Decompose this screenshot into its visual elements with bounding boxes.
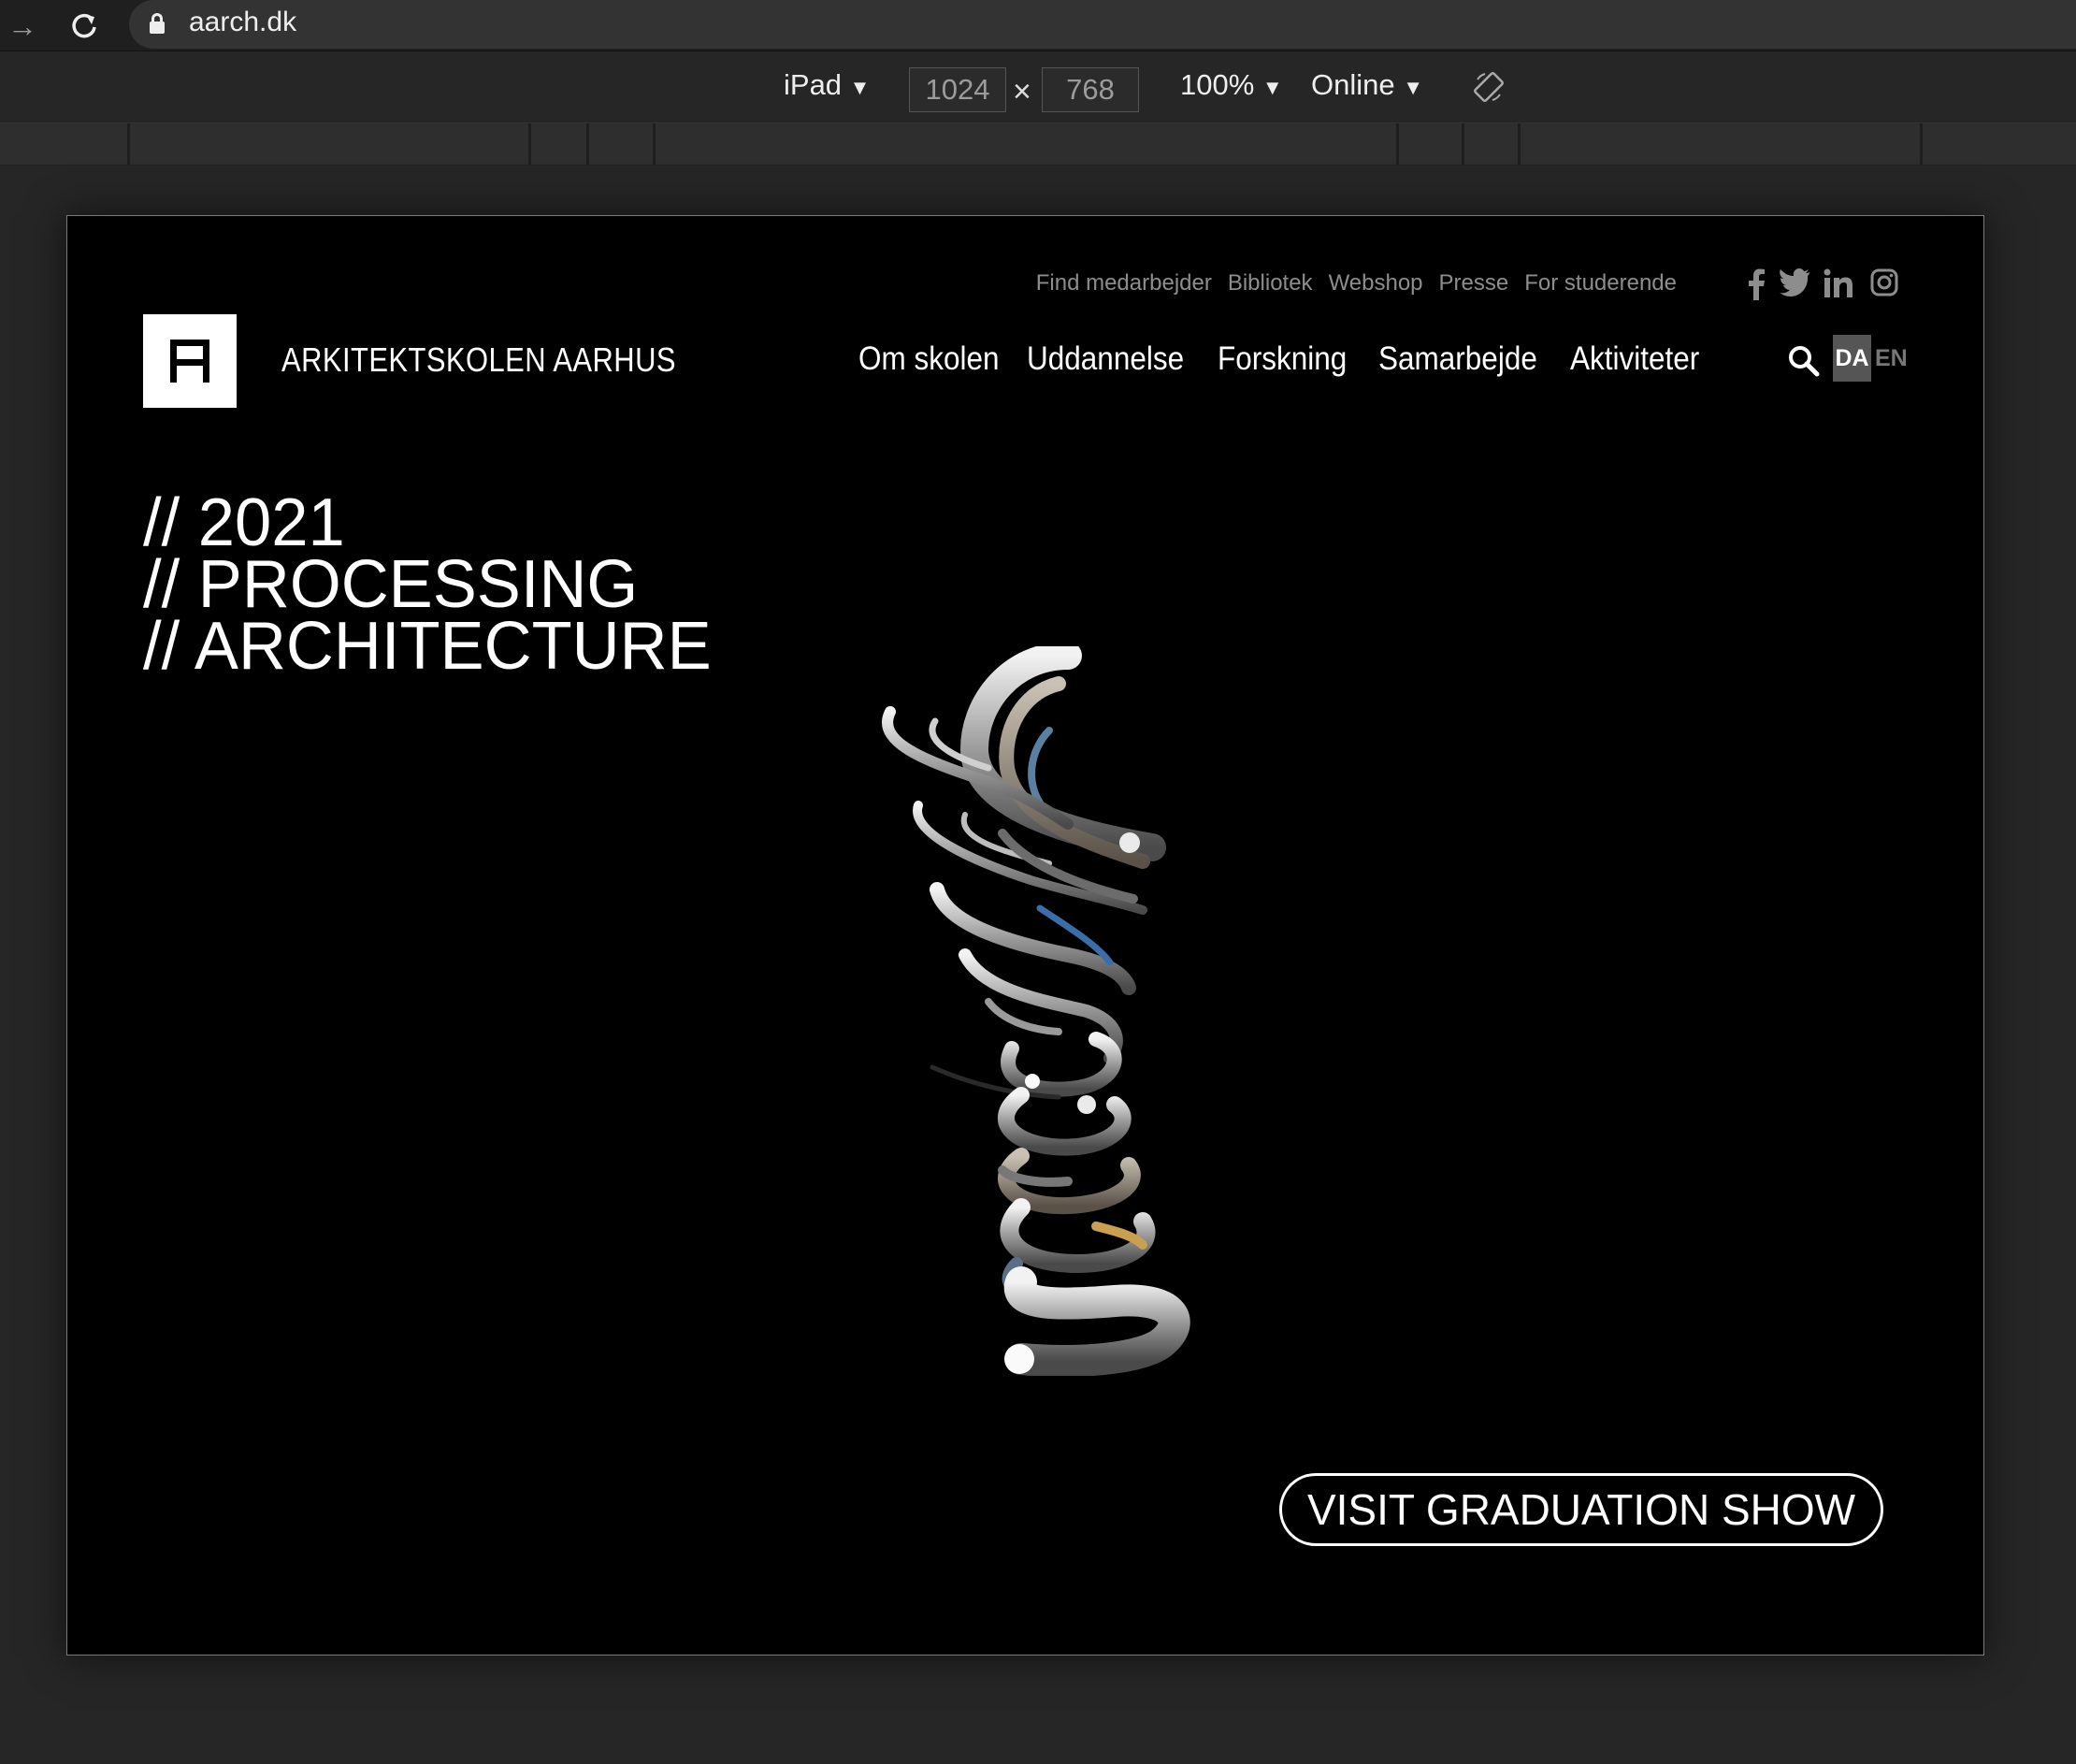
reload-icon[interactable] [65, 7, 103, 45]
throttle-select[interactable]: Online ▼ [1311, 68, 1423, 102]
utility-link[interactable]: Webshop [1329, 270, 1423, 296]
url-text: aarch.dk [189, 7, 297, 37]
nav-item-om-skolen[interactable]: Om skolen [858, 340, 1000, 378]
nav-item-aktiviteter[interactable]: Aktiviteter [1570, 340, 1699, 378]
zoom-select[interactable]: 100% ▼ [1180, 68, 1283, 102]
hero-line: // ARCHITECTURE [143, 609, 712, 684]
rotate-icon[interactable] [1472, 70, 1506, 104]
hero-line: // 2021 [143, 485, 345, 560]
logo[interactable] [143, 314, 237, 408]
lock-icon [150, 13, 165, 34]
utility-nav: Find medarbejder Bibliotek Webshop Presse Fo… [1020, 270, 1677, 296]
address-bar[interactable]: aarch.dk [129, 0, 2076, 49]
nav-item-uddannelse[interactable]: Uddannelse [1027, 340, 1184, 378]
forward-icon[interactable]: → [4, 7, 41, 45]
utility-link[interactable]: Presse [1439, 270, 1509, 296]
device-select[interactable]: iPad ▼ [784, 68, 870, 102]
utility-link[interactable]: For studerende [1524, 270, 1677, 296]
device-toolbar: iPad ▼ 1024 × 768 100% ▼ Online ▼ [0, 51, 2076, 123]
hero-line: // PROCESSING [143, 547, 639, 622]
utility-link[interactable]: Find medarbejder [1036, 270, 1212, 296]
brand-name[interactable]: ARKITEKTSKOLEN AARHUS [281, 340, 676, 380]
facebook-icon[interactable] [1747, 268, 1766, 308]
browser-toolbar: → aarch.dk [0, 0, 2076, 51]
lang-da-button[interactable]: DA [1833, 335, 1871, 382]
hero-headline: // 2021 // PROCESSING // ARCHITECTURE [143, 485, 723, 684]
width-input[interactable]: 1024 [909, 67, 1006, 112]
device-viewport: Find medarbejder Bibliotek Webshop Presse Fo… [66, 215, 1984, 1656]
media-query-bar[interactable] [0, 123, 2076, 166]
twitter-icon[interactable] [1779, 268, 1810, 304]
utility-link[interactable]: Bibliotek [1228, 270, 1313, 296]
lang-en-button[interactable]: EN [1875, 335, 1908, 382]
instagram-icon[interactable] [1870, 268, 1898, 304]
nav-item-forskning[interactable]: Forskning [1218, 340, 1347, 378]
social-links [1747, 268, 1915, 300]
hero-sculpture-image [787, 642, 1283, 1378]
visit-graduation-show-button[interactable]: VISIT GRADUATION SHOW [1279, 1473, 1883, 1546]
search-icon[interactable] [1788, 345, 1820, 377]
dimension-separator: × [1013, 74, 1031, 109]
linkedin-icon[interactable] [1824, 268, 1853, 306]
nav-item-samarbejde[interactable]: Samarbejde [1378, 340, 1537, 378]
height-input[interactable]: 768 [1042, 67, 1139, 112]
